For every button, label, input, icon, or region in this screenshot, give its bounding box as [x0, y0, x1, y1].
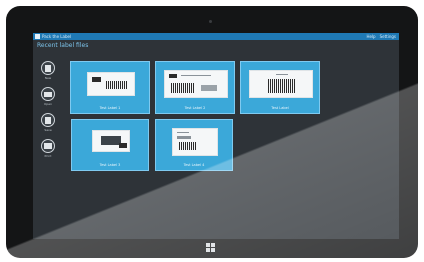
label-tile[interactable]: Test Label 1 [70, 61, 150, 114]
window-title: Pack the Label [42, 34, 72, 39]
tile-label: Test Label 4 [183, 163, 205, 167]
tile-label: Test Label 3 [99, 163, 121, 167]
label-preview [172, 128, 218, 156]
sidebar-item-label: Open [43, 102, 52, 106]
windows-logo-icon[interactable] [206, 243, 215, 252]
title-bar-actions: Help Settings [366, 33, 396, 40]
label-tile[interactable]: Test Label 4 [155, 119, 233, 171]
help-link[interactable]: Help [366, 34, 375, 39]
sidebar-item-print[interactable]: Print [37, 139, 59, 163]
label-preview [92, 130, 130, 152]
new-file-icon [41, 61, 55, 75]
sidebar-item-label: New [44, 76, 52, 80]
app-screen: Pack the Label Help Settings Recent labe… [33, 33, 399, 239]
label-tile[interactable]: Test Label 2 [155, 61, 235, 114]
page-title: Recent label files [37, 42, 89, 49]
settings-link[interactable]: Settings [380, 34, 396, 39]
label-tile[interactable]: Test Label [240, 61, 320, 114]
folder-open-icon [41, 87, 55, 101]
print-icon [41, 139, 55, 153]
sidebar-item-save[interactable]: Save [37, 113, 59, 137]
title-bar: Pack the Label Help Settings [33, 33, 399, 40]
app-logo-icon [35, 34, 40, 39]
tile-label: Test Label 2 [184, 106, 206, 110]
label-preview [87, 72, 135, 96]
tile-label: Test Label [271, 106, 289, 110]
label-preview [249, 70, 313, 98]
sidebar-item-label: Print [44, 154, 52, 158]
front-camera [209, 20, 212, 23]
sidebar-item-open[interactable]: Open [37, 87, 59, 111]
label-preview [164, 70, 228, 98]
tile-label: Test Label 1 [99, 106, 121, 110]
sidebar-item-new[interactable]: New [37, 61, 59, 85]
save-icon [41, 113, 55, 127]
sidebar-item-label: Save [44, 128, 52, 132]
label-tile[interactable]: Test Label 3 [71, 119, 149, 171]
